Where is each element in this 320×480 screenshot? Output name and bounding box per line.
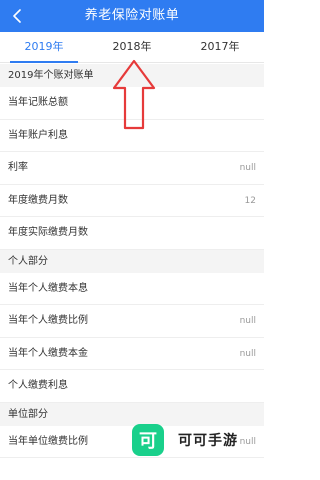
app-screen: 养老保险对账单 2019年 2018年 2017年 2019年个账对账单 当年记…	[0, 0, 264, 480]
row-value: 12	[244, 195, 256, 206]
row-label: 利率	[8, 162, 28, 173]
row-value: null	[239, 436, 256, 447]
row-label: 当年记账总额	[8, 97, 68, 108]
row-label: 当年个人缴费比例	[8, 315, 88, 326]
row-value: null	[239, 348, 256, 359]
row-value: null	[239, 316, 256, 326]
tab-2019[interactable]: 2019年	[0, 32, 88, 63]
row-value: null	[239, 163, 256, 173]
row-label: 年度缴费月数	[8, 194, 68, 206]
row-label: 个人缴费利息	[8, 380, 68, 391]
header-bar: 养老保险对账单	[0, 0, 264, 32]
watermark-text: 可可手游	[178, 433, 238, 449]
list-item[interactable]: 年度缴费月数 12	[0, 184, 264, 217]
page-title: 养老保险对账单	[84, 8, 180, 23]
tab-2017[interactable]: 2017年	[176, 32, 264, 62]
list-item[interactable]: 当年个人缴费本息	[0, 272, 264, 305]
row-label: 当年个人缴费本息	[8, 282, 88, 294]
list-item[interactable]: 当年个人缴费本金 null	[0, 337, 264, 370]
list-item[interactable]: 当年个人缴费比例 null	[0, 305, 264, 338]
up-arrow-annotation	[112, 59, 156, 130]
row-label: 当年单位缴费比例	[8, 435, 88, 447]
list-item[interactable]: 个人缴费利息	[0, 370, 264, 403]
section-header-personal: 个人部分	[0, 249, 264, 273]
watermark-logo: 可	[132, 424, 164, 456]
list-item[interactable]: 利率 null	[0, 152, 264, 185]
row-label: 当年账户利息	[8, 129, 68, 141]
watermark: 可 可可手游	[132, 423, 238, 457]
row-label: 当年个人缴费本金	[8, 347, 88, 359]
row-label: 年度实际缴费月数	[8, 227, 88, 238]
list-item[interactable]: 年度实际缴费月数	[0, 217, 264, 250]
